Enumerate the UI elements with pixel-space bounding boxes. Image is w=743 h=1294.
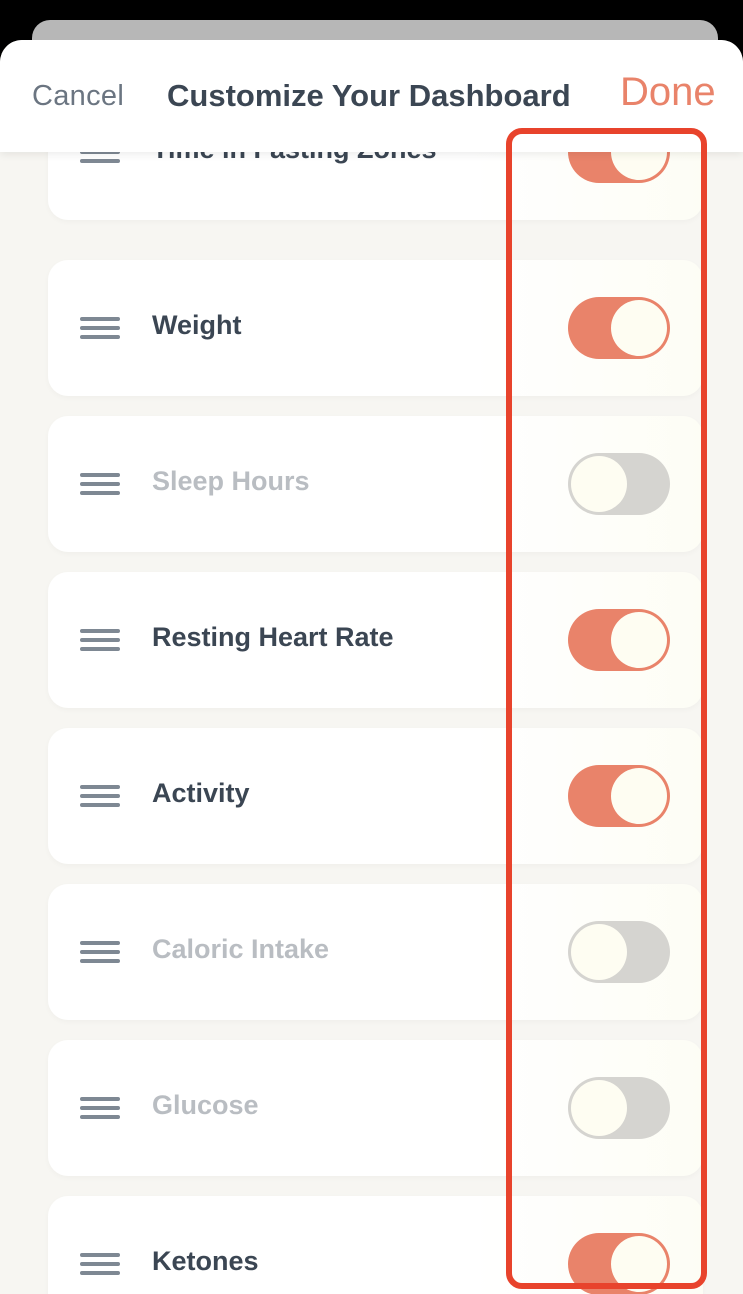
dashboard-item-list: Time in Fasting Zones Weight Sleep Hours…	[0, 40, 743, 1294]
toggle-knob	[611, 768, 667, 824]
item-label: Glucose	[152, 1090, 259, 1120]
drag-handle-icon[interactable]	[80, 473, 120, 495]
item-label: Weight	[152, 310, 242, 340]
toggle-switch[interactable]	[568, 1233, 670, 1294]
drag-handle-icon[interactable]	[80, 1097, 120, 1119]
toggle-switch[interactable]	[568, 453, 670, 515]
toggle-switch[interactable]	[568, 609, 670, 671]
toggle-knob	[611, 612, 667, 668]
drag-handle-icon[interactable]	[80, 317, 120, 339]
toggle-switch[interactable]	[568, 1077, 670, 1139]
toggle-knob	[611, 300, 667, 356]
drag-handle-icon[interactable]	[80, 629, 120, 651]
item-label: Resting Heart Rate	[152, 622, 394, 652]
toggle-knob	[571, 924, 627, 980]
drag-handle-icon[interactable]	[80, 941, 120, 963]
list-item-ketones: Ketones	[48, 1196, 703, 1294]
customize-dashboard-sheet: Time in Fasting Zones Weight Sleep Hours…	[0, 40, 743, 1294]
sheet-header: Cancel Customize Your Dashboard Done	[0, 40, 743, 152]
list-item-glucose: Glucose	[48, 1040, 703, 1176]
toggle-switch[interactable]	[568, 765, 670, 827]
drag-handle-icon[interactable]	[80, 1253, 120, 1275]
list-item-weight: Weight	[48, 260, 703, 396]
toggle-switch[interactable]	[568, 921, 670, 983]
item-label: Activity	[152, 778, 250, 808]
list-item-caloric-intake: Caloric Intake	[48, 884, 703, 1020]
cancel-button[interactable]: Cancel	[32, 80, 124, 113]
toggle-knob	[571, 1080, 627, 1136]
toggle-switch[interactable]	[568, 297, 670, 359]
drag-handle-icon[interactable]	[80, 785, 120, 807]
item-label: Ketones	[152, 1246, 259, 1276]
item-label: Caloric Intake	[152, 934, 330, 964]
screen: Time in Fasting Zones Weight Sleep Hours…	[0, 0, 743, 1294]
page-title: Customize Your Dashboard	[167, 78, 571, 113]
item-label: Sleep Hours	[152, 466, 310, 496]
toggle-knob	[571, 456, 627, 512]
list-item-activity: Activity	[48, 728, 703, 864]
done-button[interactable]: Done	[620, 70, 716, 115]
list-item-sleep-hours: Sleep Hours	[48, 416, 703, 552]
toggle-knob	[611, 1236, 667, 1292]
list-item-resting-heart-rate: Resting Heart Rate	[48, 572, 703, 708]
